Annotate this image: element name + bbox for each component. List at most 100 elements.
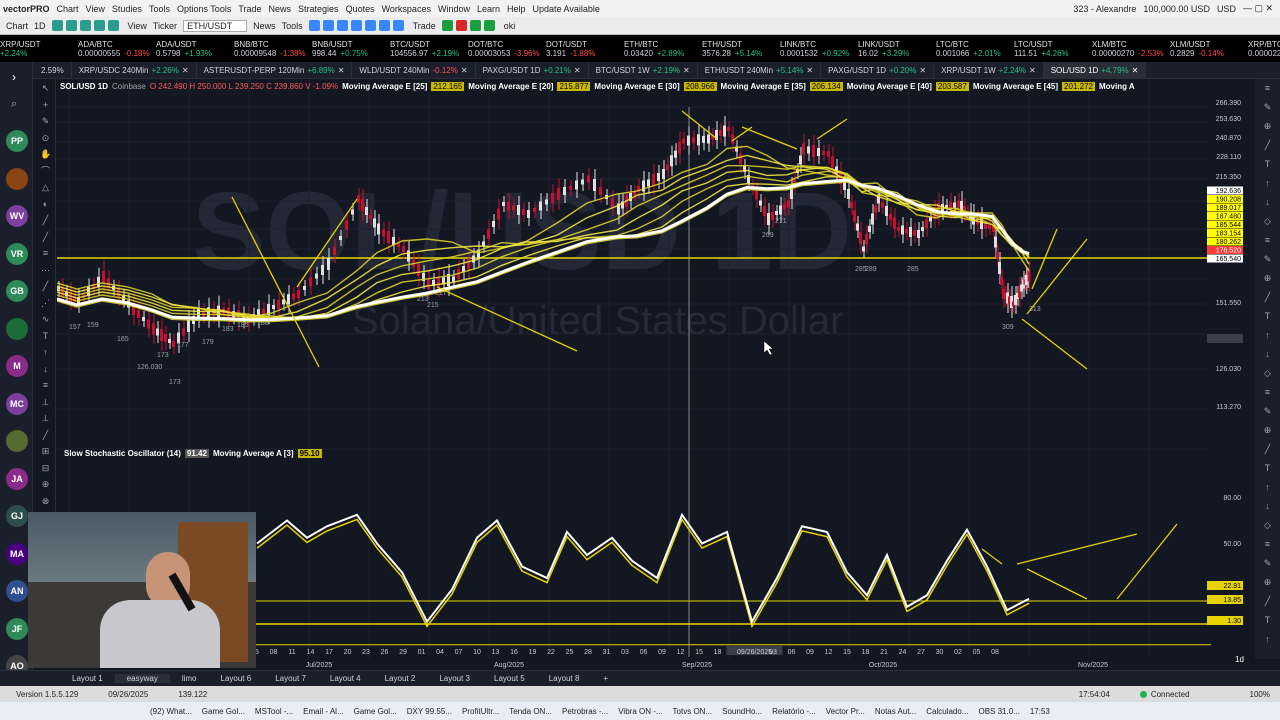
menu-studies[interactable]: Studies [112, 4, 142, 14]
trade-icons[interactable] [441, 20, 498, 32]
taskbar-app[interactable]: Vibra ON -... [618, 707, 662, 716]
drawing-tool-icon[interactable]: + [40, 100, 51, 111]
contact-avatar[interactable]: M [6, 355, 28, 377]
drawing-tool-icon[interactable]: △ [40, 182, 51, 193]
contact-avatar[interactable] [6, 317, 28, 340]
ticker-item[interactable]: BNB/BTC 0.00009548 -1.38% [234, 40, 306, 58]
taskbar-app[interactable]: SoundHo... [722, 707, 762, 716]
menu-learn[interactable]: Learn [477, 4, 500, 14]
ticker-item[interactable]: LTC/BTC 0.001066 +2.01% [936, 40, 1006, 58]
stoch-trendline[interactable] [1026, 568, 1088, 600]
tools-button[interactable]: Tools [282, 21, 303, 31]
layout-tab[interactable]: Layout 2 [373, 674, 428, 683]
tools-icons[interactable] [308, 20, 407, 32]
drawing-tool-icon[interactable]: ↓ [40, 364, 51, 375]
taskbar-app[interactable]: Relatório -... [772, 707, 816, 716]
drawing-tool-icon[interactable]: ⊟ [40, 463, 51, 474]
chart-tab[interactable]: XRP/USDC 240Min +2.26% ✕ [72, 62, 197, 78]
window-controls[interactable]: — ▢ ✕ [1243, 3, 1273, 14]
oki-label[interactable]: oki [504, 21, 516, 31]
add-layout-icon[interactable]: + [591, 674, 620, 683]
layout-tab[interactable]: Layout 1 [60, 674, 115, 683]
expand-icon[interactable]: › [12, 70, 16, 84]
drawing-tool-icon[interactable]: ⊕ [40, 479, 51, 490]
menu-update[interactable]: Update Available [533, 4, 600, 14]
drawing-tool-icon[interactable]: ⊙ [40, 133, 51, 144]
layout-tab[interactable]: Layout 8 [537, 674, 592, 683]
menu-window[interactable]: Window [438, 4, 470, 14]
ticker-item[interactable]: XLM/USDT 0.2829 -0.14% [1170, 40, 1240, 58]
taskbar-app[interactable]: Vector Pr... [826, 707, 865, 716]
contact-avatar[interactable]: MA [6, 542, 28, 565]
contact-avatar[interactable]: VR [6, 242, 28, 265]
news-button[interactable]: News [253, 21, 276, 31]
contact-avatar[interactable]: JF [6, 617, 28, 640]
taskbar-app[interactable]: Game Gol... [202, 707, 245, 716]
trade-button[interactable]: Trade [413, 21, 436, 31]
menu-chart[interactable]: Chart [57, 4, 79, 14]
tab-close-icon[interactable]: ✕ [182, 66, 189, 75]
tab-close-icon[interactable]: ✕ [1132, 66, 1139, 75]
drawing-tool-icon[interactable]: ⋰ [40, 298, 51, 309]
search-icon[interactable]: ⌕ [11, 98, 17, 111]
taskbar-app[interactable]: Totvs ON... [673, 707, 713, 716]
chart-tab[interactable]: WLD/USDT 240Min -0.12% ✕ [352, 62, 476, 78]
drawing-tool-icon[interactable]: ⌒ [40, 166, 51, 177]
taskbar-app[interactable]: Game Gol... [354, 707, 397, 716]
layout-tab[interactable]: easyway [114, 674, 170, 683]
chart-tab[interactable]: SOL/USD 1D +4.79% ✕ [1043, 62, 1147, 78]
ticker-item[interactable]: ETH/USDT 3576.28 +5.14% [702, 40, 772, 58]
contact-avatar[interactable]: PP [6, 130, 28, 152]
taskbar-app[interactable]: Tenda ON... [509, 707, 552, 716]
tab-close-icon[interactable]: ✕ [919, 66, 926, 75]
ticker-item[interactable]: XLM/BTC 0.00000270 -2.53% [1092, 40, 1164, 58]
drawing-tool-icon[interactable]: ╱ [40, 232, 51, 243]
trendline[interactable] [1021, 318, 1088, 370]
menu-tools[interactable]: Tools [149, 4, 170, 14]
tab-close-icon[interactable]: ✕ [574, 66, 581, 75]
menu-options-tools[interactable]: Options Tools [177, 4, 231, 14]
tab-close-icon[interactable]: ✕ [461, 66, 468, 75]
ticker-input[interactable]: ETH/USDT [183, 19, 248, 32]
stoch-trendline[interactable] [1116, 523, 1178, 600]
drawing-tool-icon[interactable]: ╱ [40, 430, 51, 441]
stoch-trendline[interactable] [1016, 533, 1138, 565]
taskbar-app[interactable]: ProfitUltr... [462, 707, 499, 716]
drawing-tool-icon[interactable]: ╱ [40, 215, 51, 226]
drawing-tool-icon[interactable]: ⊞ [40, 446, 51, 457]
tab-close-icon[interactable]: ✕ [806, 66, 813, 75]
currency-select[interactable]: USD [1217, 4, 1236, 14]
menu-trade[interactable]: Trade [238, 4, 261, 14]
chart-tab[interactable]: BTC/USDT 1W +2.19% ✕ [589, 62, 698, 78]
contact-avatar[interactable]: JA [6, 467, 28, 490]
menu-quotes[interactable]: Quotes [346, 4, 375, 14]
legend-symbol[interactable]: SOL/USD 1D [60, 82, 108, 91]
contact-avatar[interactable]: WV [6, 205, 28, 227]
ticker-item[interactable]: DOT/USDT 3.191 -1.88% [546, 40, 616, 58]
taskbar-app[interactable]: Calculado... [926, 707, 968, 716]
ticker-item[interactable]: ADA/BTC 0.00000555 -0.18% [78, 40, 150, 58]
ticker-item[interactable]: XRP/USDT +2.24% [0, 40, 70, 58]
taskbar-app[interactable]: Notas Aut... [875, 707, 916, 716]
contact-avatar[interactable]: AN [6, 580, 28, 602]
menu-help[interactable]: Help [507, 4, 526, 14]
drawing-tool-icon[interactable]: ⋯ [40, 265, 51, 276]
menu-workspaces[interactable]: Workspaces [382, 4, 431, 14]
chart-tab[interactable]: ASTERUSDT-PERP 120Min +6.89% ✕ [197, 62, 353, 78]
drawing-tool-icon[interactable]: ∿ [40, 314, 51, 325]
layout-tab[interactable]: limo [170, 674, 209, 683]
menu-view[interactable]: View [86, 4, 105, 14]
ticker-item[interactable]: LTC/USDT 111.51 +4.26% [1014, 40, 1084, 58]
taskbar-app[interactable]: Petrobras -... [562, 707, 608, 716]
chart-tab[interactable]: ETH/USDT 240Min +5.14% ✕ [698, 62, 822, 78]
taskbar-app[interactable]: 17:53 [1030, 707, 1050, 716]
taskbar-app[interactable]: OBS 31.0... [978, 707, 1019, 716]
chart-tab[interactable]: XRP/USDT 1W +2.24% ✕ [934, 62, 1044, 78]
drawing-tool-icon[interactable]: ✎ [40, 116, 51, 127]
tab-close-icon[interactable]: ✕ [1029, 66, 1036, 75]
layout-tab[interactable]: Layout 6 [209, 674, 264, 683]
interval-indicator[interactable]: 1d [1235, 655, 1244, 664]
taskbar-app[interactable]: (92) What... [150, 707, 192, 716]
drawing-tool-icon[interactable]: ◐ [40, 199, 51, 210]
taskbar-app[interactable]: MSTool -... [255, 707, 293, 716]
